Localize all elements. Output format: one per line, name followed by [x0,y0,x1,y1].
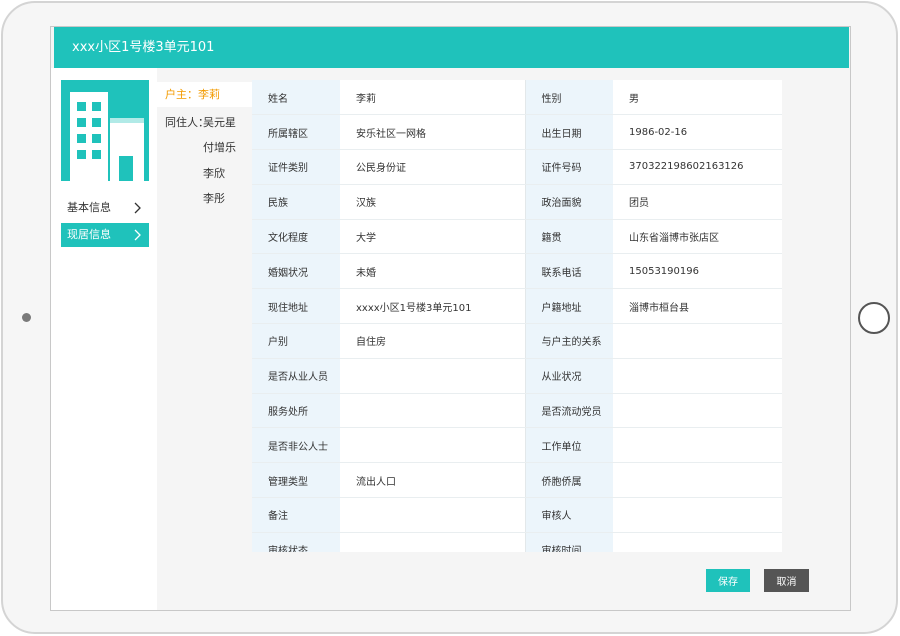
field-label: 是否流动党员 [525,393,613,429]
table-row: 现住地址 xxxx小区1号楼3单元101 户籍地址 淄博市桓台县 [252,288,782,325]
field-label: 从业状况 [525,358,613,394]
field-value [340,427,526,464]
nav-residence-info[interactable]: 现居信息 [61,223,149,247]
field-value: 山东省淄博市张店区 [613,219,782,255]
field-value [613,532,782,552]
field-value [613,323,782,359]
field-value: 淄博市桓台县 [613,288,782,325]
field-value [340,358,526,394]
table-row: 户别 自住房 与户主的关系 [252,323,782,359]
member-cohabitant-1[interactable]: 吴元星 [203,114,236,130]
table-row: 民族 汉族 政治面貌 团员 [252,184,782,220]
field-value: 安乐社区一网格 [340,114,526,151]
field-value: xxxx小区1号楼3单元101 [340,288,526,325]
field-value: 团员 [613,184,782,220]
field-value: 1986-02-16 [613,114,782,151]
field-label: 户籍地址 [525,288,613,325]
table-row: 服务处所 是否流动党员 [252,393,782,429]
table-row: 所属辖区 安乐社区一网格 出生日期 1986-02-16 [252,114,782,151]
member-list: 户主：李莉 同住人： 吴元星 付增乐 李欣 李彤 [157,68,252,610]
field-label: 证件类别 [252,149,340,185]
field-label: 审核人 [525,497,613,533]
chevron-right-icon [134,229,141,241]
info-table: 姓名 李莉 性别男所属辖区 安乐社区一网格 出生日期 1986-02-16 证件类别 公民身份… [252,80,782,552]
field-label: 是否从业人员 [252,358,340,394]
field-label: 民族 [252,184,340,220]
table-row: 是否非公人士 工作单位 [252,427,782,464]
home-button[interactable] [858,302,890,334]
building-icon [61,80,149,181]
field-label: 证件号码 [525,149,613,185]
camera-dot [22,313,31,322]
field-value: 自住房 [340,323,526,359]
field-label: 户别 [252,323,340,359]
field-label: 籍贯 [525,219,613,255]
table-row: 审核状态 审核时间 [252,532,782,552]
field-label: 工作单位 [525,427,613,464]
field-value: 未婚 [340,253,526,290]
field-label: 侨胞侨属 [525,462,613,499]
left-nav-panel: 基本信息 现居信息 [51,68,157,610]
member-cohabitant-3[interactable]: 李欣 [203,165,225,181]
field-label: 所属辖区 [252,114,340,151]
field-label: 管理类型 [252,462,340,499]
field-label: 政治面貌 [525,184,613,220]
table-row: 婚姻状况 未婚 联系电话 15053190196 [252,253,782,290]
field-label: 与户主的关系 [525,323,613,359]
field-label: 出生日期 [525,114,613,151]
table-row: 文化程度 大学 籍贯 山东省淄博市张店区 [252,219,782,255]
field-label: 备注 [252,497,340,533]
table-row: 证件类别 公民身份证 证件号码 370322198602163126 [252,149,782,185]
member-cohabitant-2[interactable]: 付增乐 [203,139,236,155]
field-value [340,393,526,429]
field-label: 联系电话 [525,253,613,290]
field-value [340,532,526,552]
chevron-right-icon [134,202,141,214]
cancel-button[interactable]: 取消 [764,569,809,592]
field-value: 汉族 [340,184,526,220]
field-value: 大学 [340,219,526,255]
field-value [613,462,782,499]
field-label: 是否非公人士 [252,427,340,464]
field-label: 审核时间 [525,532,613,552]
field-label: 性别 [525,80,613,116]
field-label: 现住地址 [252,288,340,325]
nav-basic-info[interactable]: 基本信息 [61,196,149,220]
member-cohabitant-4[interactable]: 李彤 [203,190,225,206]
nav-residence-info-label: 现居信息 [67,228,111,241]
field-value: 370322198602163126 [613,149,782,185]
field-value [613,427,782,464]
field-value [613,393,782,429]
field-value: 流出人口 [340,462,526,499]
member-owner[interactable]: 户主：李莉 [157,82,252,107]
field-value: 公民身份证 [340,149,526,185]
save-button[interactable]: 保存 [706,569,750,592]
field-value [613,497,782,533]
field-label: 服务处所 [252,393,340,429]
field-value [613,358,782,394]
field-label: 婚姻状况 [252,253,340,290]
dialog-window: xxx小区1号楼3单元101 基本信息 现居信息 户主：李莉 同住人： 吴元星 … [50,26,851,611]
field-label: 姓名 [252,80,340,116]
field-value: 李莉 [340,80,526,116]
dialog-title: xxx小区1号楼3单元101 [54,27,849,68]
field-value [340,497,526,533]
field-label: 文化程度 [252,219,340,255]
field-value: 15053190196 [613,253,782,290]
table-row: 是否从业人员 从业状况 [252,358,782,394]
table-row: 备注 审核人 [252,497,782,533]
nav-basic-info-label: 基本信息 [67,201,111,214]
field-value: 男 [613,80,782,116]
table-row: 管理类型 流出人口 侨胞侨属 [252,462,782,499]
table-row: 姓名 李莉 性别男 [252,80,782,116]
field-label: 审核状态 [252,532,340,552]
